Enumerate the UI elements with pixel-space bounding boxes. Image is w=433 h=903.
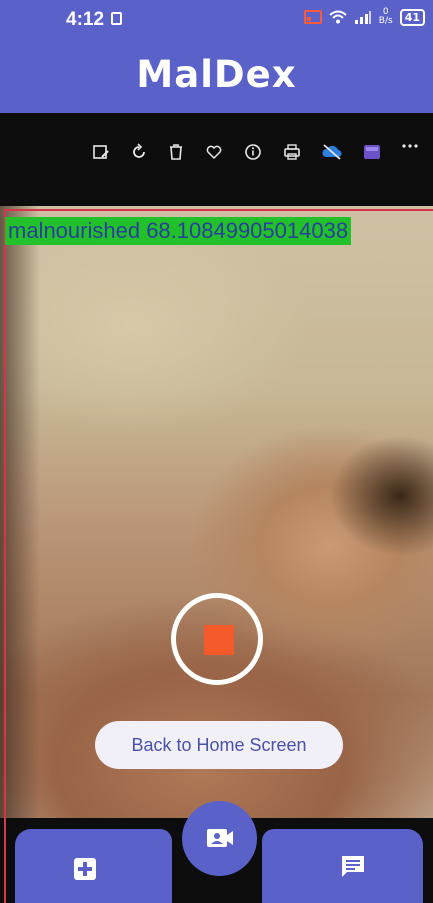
edit-image-icon — [90, 141, 112, 163]
rotate-icon — [128, 141, 150, 163]
status-indicators: 0 B/s 41 — [303, 8, 425, 26]
media-notification-icon — [111, 12, 122, 25]
chat-icon[interactable] — [340, 854, 366, 880]
status-time: 4:12 — [66, 9, 105, 30]
cast-icon — [303, 10, 322, 24]
status-bar: 4:12 0 B/s 41 — [0, 0, 433, 38]
back-to-home-button[interactable]: Back to Home Screen — [95, 721, 343, 769]
more-icon — [399, 135, 421, 157]
signal-icon — [354, 11, 371, 24]
detection-bounding-box — [4, 209, 433, 903]
favorite-icon — [203, 141, 225, 163]
camera-preview: malnourished 68.10849905014038 Back to H… — [0, 113, 433, 903]
video-camera-icon[interactable] — [206, 826, 234, 850]
net-speed: 0 B/s — [379, 8, 393, 26]
battery-indicator: 41 — [399, 8, 425, 26]
detection-label: malnourished 68.10849905014038 — [5, 217, 352, 245]
app-icon — [361, 141, 383, 163]
info-icon — [242, 141, 264, 163]
app-title: MalDex — [136, 53, 297, 96]
app-bar: MalDex — [0, 38, 433, 113]
add-icon[interactable] — [72, 856, 98, 882]
net-speed-unit: B/s — [378, 16, 393, 26]
stop-icon[interactable] — [204, 625, 234, 655]
cloud-off-icon — [321, 141, 343, 163]
gallery-toolbar — [0, 141, 433, 171]
delete-icon — [165, 141, 187, 163]
print-icon — [281, 141, 303, 163]
wifi-icon — [329, 10, 347, 24]
